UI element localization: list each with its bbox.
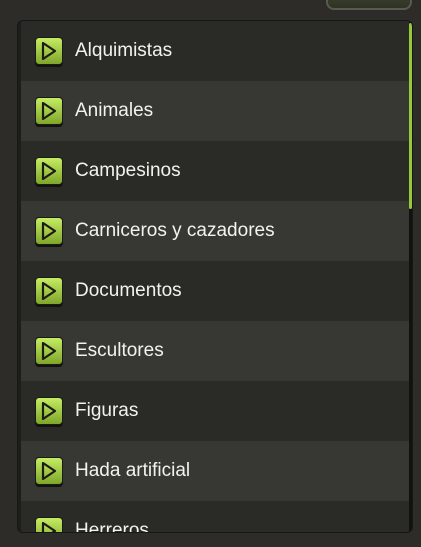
- category-panel: Alquimistas Animales Campesinos Carniceros …: [17, 20, 413, 533]
- play-icon[interactable]: [35, 97, 63, 125]
- list-item-label: Alquimistas: [75, 40, 173, 61]
- play-icon[interactable]: [35, 397, 63, 425]
- category-window: Alquimistas Animales Campesinos Carniceros …: [0, 0, 421, 547]
- play-icon[interactable]: [35, 37, 63, 65]
- top-right-button[interactable]: [326, 0, 412, 10]
- list-item[interactable]: Hada artificial: [21, 441, 409, 501]
- play-icon[interactable]: [35, 337, 63, 365]
- list-item[interactable]: Documentos: [21, 261, 409, 321]
- play-icon[interactable]: [35, 517, 63, 532]
- list-item-label: Carniceros y cazadores: [75, 220, 275, 241]
- list-item-label: Escultores: [75, 340, 164, 361]
- scrollbar-track[interactable]: [409, 21, 412, 532]
- list-item-label: Hada artificial: [75, 460, 191, 481]
- list-item-label: Documentos: [75, 280, 182, 301]
- list-item[interactable]: Animales: [21, 81, 409, 141]
- list-item[interactable]: Carniceros y cazadores: [21, 201, 409, 261]
- category-list: Alquimistas Animales Campesinos Carniceros …: [21, 21, 409, 533]
- list-item[interactable]: Alquimistas: [21, 21, 409, 81]
- list-item[interactable]: Herreros: [21, 501, 409, 533]
- list-item[interactable]: Escultores: [21, 321, 409, 381]
- list-item[interactable]: Figuras: [21, 381, 409, 441]
- list-item-label: Animales: [75, 100, 154, 121]
- play-icon[interactable]: [35, 157, 63, 185]
- list-item-label: Herreros: [75, 520, 149, 533]
- scrollbar-thumb[interactable]: [409, 23, 412, 209]
- list-item-label: Campesinos: [75, 160, 181, 181]
- play-icon[interactable]: [35, 457, 63, 485]
- list-item[interactable]: Campesinos: [21, 141, 409, 201]
- play-icon[interactable]: [35, 217, 63, 245]
- list-item-label: Figuras: [75, 400, 139, 421]
- play-icon[interactable]: [35, 277, 63, 305]
